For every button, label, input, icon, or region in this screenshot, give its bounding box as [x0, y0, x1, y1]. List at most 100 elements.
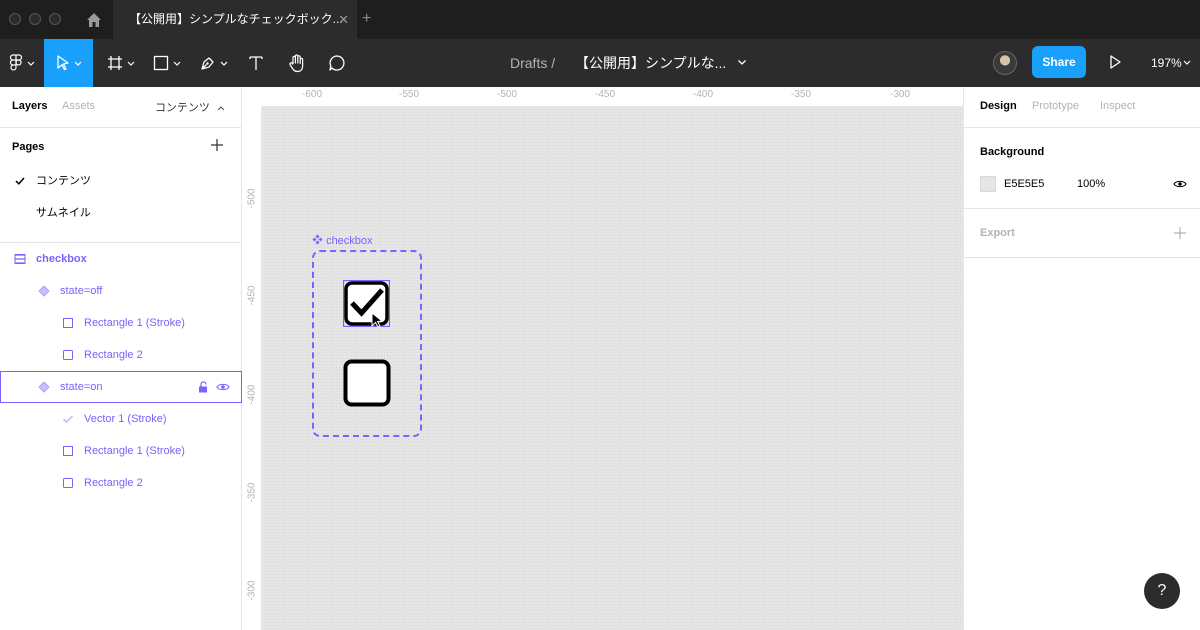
layer-label: state=on — [60, 381, 103, 393]
ruler-tick: -300 — [890, 89, 911, 100]
canvas[interactable]: -600 -550 -500 -450 -400 -350 -300 -500 … — [242, 87, 963, 630]
chevron-up-icon — [217, 106, 225, 111]
rectangle-icon — [63, 350, 73, 360]
ruler-tick: -600 — [302, 89, 323, 100]
shape-tool-button[interactable] — [146, 39, 188, 87]
layer-row-state-off[interactable]: state=off — [0, 275, 242, 307]
layer-label: Rectangle 1 (Stroke) — [84, 317, 185, 329]
eye-icon[interactable] — [216, 382, 230, 392]
home-icon[interactable] — [84, 10, 104, 30]
ruler-tick: -500 — [246, 188, 258, 209]
add-export-plus-icon[interactable] — [1173, 226, 1187, 240]
chevron-down-icon — [27, 61, 35, 66]
layer-row-rect2-on[interactable]: Rectangle 2 — [0, 467, 242, 499]
component-set-frame[interactable] — [312, 250, 422, 437]
window-zoom-button[interactable] — [49, 13, 61, 25]
component-set-icon — [312, 234, 323, 245]
move-tool-button[interactable] — [44, 39, 93, 87]
background-hex-input[interactable]: E5E5E5 — [1004, 178, 1044, 190]
layer-row-state-on[interactable]: state=on — [0, 371, 242, 403]
export-section-title: Export — [980, 227, 1015, 239]
rectangle-stroke-icon — [63, 318, 73, 328]
ruler-tick: -400 — [693, 89, 714, 100]
divider — [964, 127, 1200, 128]
pointer-icon — [56, 55, 69, 71]
rectangle-stroke-icon — [63, 446, 73, 456]
tab-close-icon[interactable]: ✕ — [338, 0, 349, 39]
file-tab[interactable]: 【公開用】シンプルなチェックボック... ✕ — [113, 0, 357, 39]
chevron-down-icon — [74, 61, 81, 66]
background-opacity-input[interactable]: 100% — [1077, 178, 1105, 190]
toolbar: Drafts / 【公開用】シンプルな... Share 197% — [0, 39, 1200, 87]
ruler-tick: -500 — [497, 89, 518, 100]
present-play-icon[interactable] — [1108, 54, 1122, 70]
layer-label: Vector 1 (Stroke) — [84, 413, 167, 425]
layer-label: Rectangle 1 (Stroke) — [84, 445, 185, 457]
layer-row-rect1-stroke-on[interactable]: Rectangle 1 (Stroke) — [0, 435, 242, 467]
page-item-contents[interactable]: コンテンツ — [36, 172, 91, 188]
window-minimize-button[interactable] — [29, 13, 41, 25]
page-item-thumbnail[interactable]: サムネイル — [36, 204, 91, 220]
background-color-swatch[interactable] — [980, 176, 996, 192]
ruler-left: -500 -450 -400 -350 -300 — [242, 107, 262, 630]
current-page-label: コンテンツ — [154, 102, 210, 114]
vector-check-icon — [62, 415, 74, 424]
hand-tool-button[interactable] — [280, 39, 314, 87]
share-button[interactable]: Share — [1032, 46, 1086, 78]
background-section-title: Background — [980, 146, 1045, 158]
window-titlebar: 【公開用】シンプルなチェックボック... ✕ + — [0, 0, 1200, 39]
hand-icon — [289, 53, 304, 72]
tab-layers[interactable]: Layers — [12, 100, 47, 112]
chevron-down-icon — [127, 61, 135, 66]
help-button[interactable]: ? — [1144, 573, 1180, 609]
pen-tool-button[interactable] — [192, 39, 234, 87]
tab-design[interactable]: Design — [980, 100, 1017, 112]
layer-row-rect2[interactable]: Rectangle 2 — [0, 339, 242, 371]
file-name[interactable]: 【公開用】シンプルな... — [575, 39, 726, 87]
ruler-tick: -450 — [595, 89, 616, 100]
chevron-down-icon — [173, 61, 181, 66]
ruler-tick: -350 — [246, 482, 258, 503]
rectangle-icon — [63, 478, 73, 488]
component-set-label[interactable]: checkbox — [312, 234, 373, 247]
layer-label: checkbox — [36, 253, 87, 265]
layers-panel: Layers Assets コンテンツ Pages コンテンツ サムネイル ch… — [0, 87, 242, 630]
current-page-selector[interactable]: コンテンツ — [155, 99, 225, 115]
file-tab-title: 【公開用】シンプルなチェックボック... — [129, 12, 343, 26]
new-tab-icon[interactable]: + — [362, 10, 371, 28]
zoom-level[interactable]: 197% — [1151, 39, 1182, 87]
chevron-down-icon — [220, 61, 227, 66]
ruler-top: -600 -550 -500 -450 -400 -350 -300 — [242, 87, 963, 107]
ruler-tick: -300 — [246, 580, 258, 601]
text-tool-button[interactable] — [240, 39, 272, 87]
check-icon — [15, 177, 25, 185]
layer-row-vector1-stroke[interactable]: Vector 1 (Stroke) — [0, 403, 242, 435]
tab-prototype[interactable]: Prototype — [1032, 100, 1079, 112]
comment-tool-button[interactable] — [320, 39, 354, 87]
component-set-icon — [14, 254, 26, 264]
frame-tool-button[interactable] — [100, 39, 142, 87]
ruler-tick: -350 — [791, 89, 812, 100]
chevron-down-icon[interactable] — [1183, 60, 1191, 65]
add-page-plus-icon[interactable] — [210, 138, 224, 152]
checkbox-state-off[interactable] — [343, 359, 391, 407]
layer-row-rect1-stroke[interactable]: Rectangle 1 (Stroke) — [0, 307, 242, 339]
unlock-icon[interactable] — [198, 381, 209, 393]
chevron-down-icon[interactable] — [737, 59, 747, 66]
tab-assets[interactable]: Assets — [62, 100, 95, 112]
layer-row-checkbox[interactable]: checkbox — [0, 243, 242, 275]
breadcrumb-drafts[interactable]: Drafts / — [510, 39, 555, 87]
figma-logo-icon — [9, 54, 23, 71]
checkbox-state-on[interactable] — [342, 279, 391, 328]
ruler-tick: -550 — [399, 89, 420, 100]
main-menu-button[interactable] — [0, 39, 44, 87]
pen-icon — [200, 56, 214, 70]
ruler-tick: -400 — [246, 384, 258, 405]
avatar[interactable] — [993, 51, 1017, 75]
divider — [0, 127, 242, 128]
text-icon — [249, 56, 263, 70]
window-close-button[interactable] — [9, 13, 21, 25]
tab-inspect[interactable]: Inspect — [1100, 100, 1135, 112]
properties-panel: Design Prototype Inspect Background E5E5… — [963, 87, 1200, 630]
eye-icon[interactable] — [1173, 179, 1187, 189]
